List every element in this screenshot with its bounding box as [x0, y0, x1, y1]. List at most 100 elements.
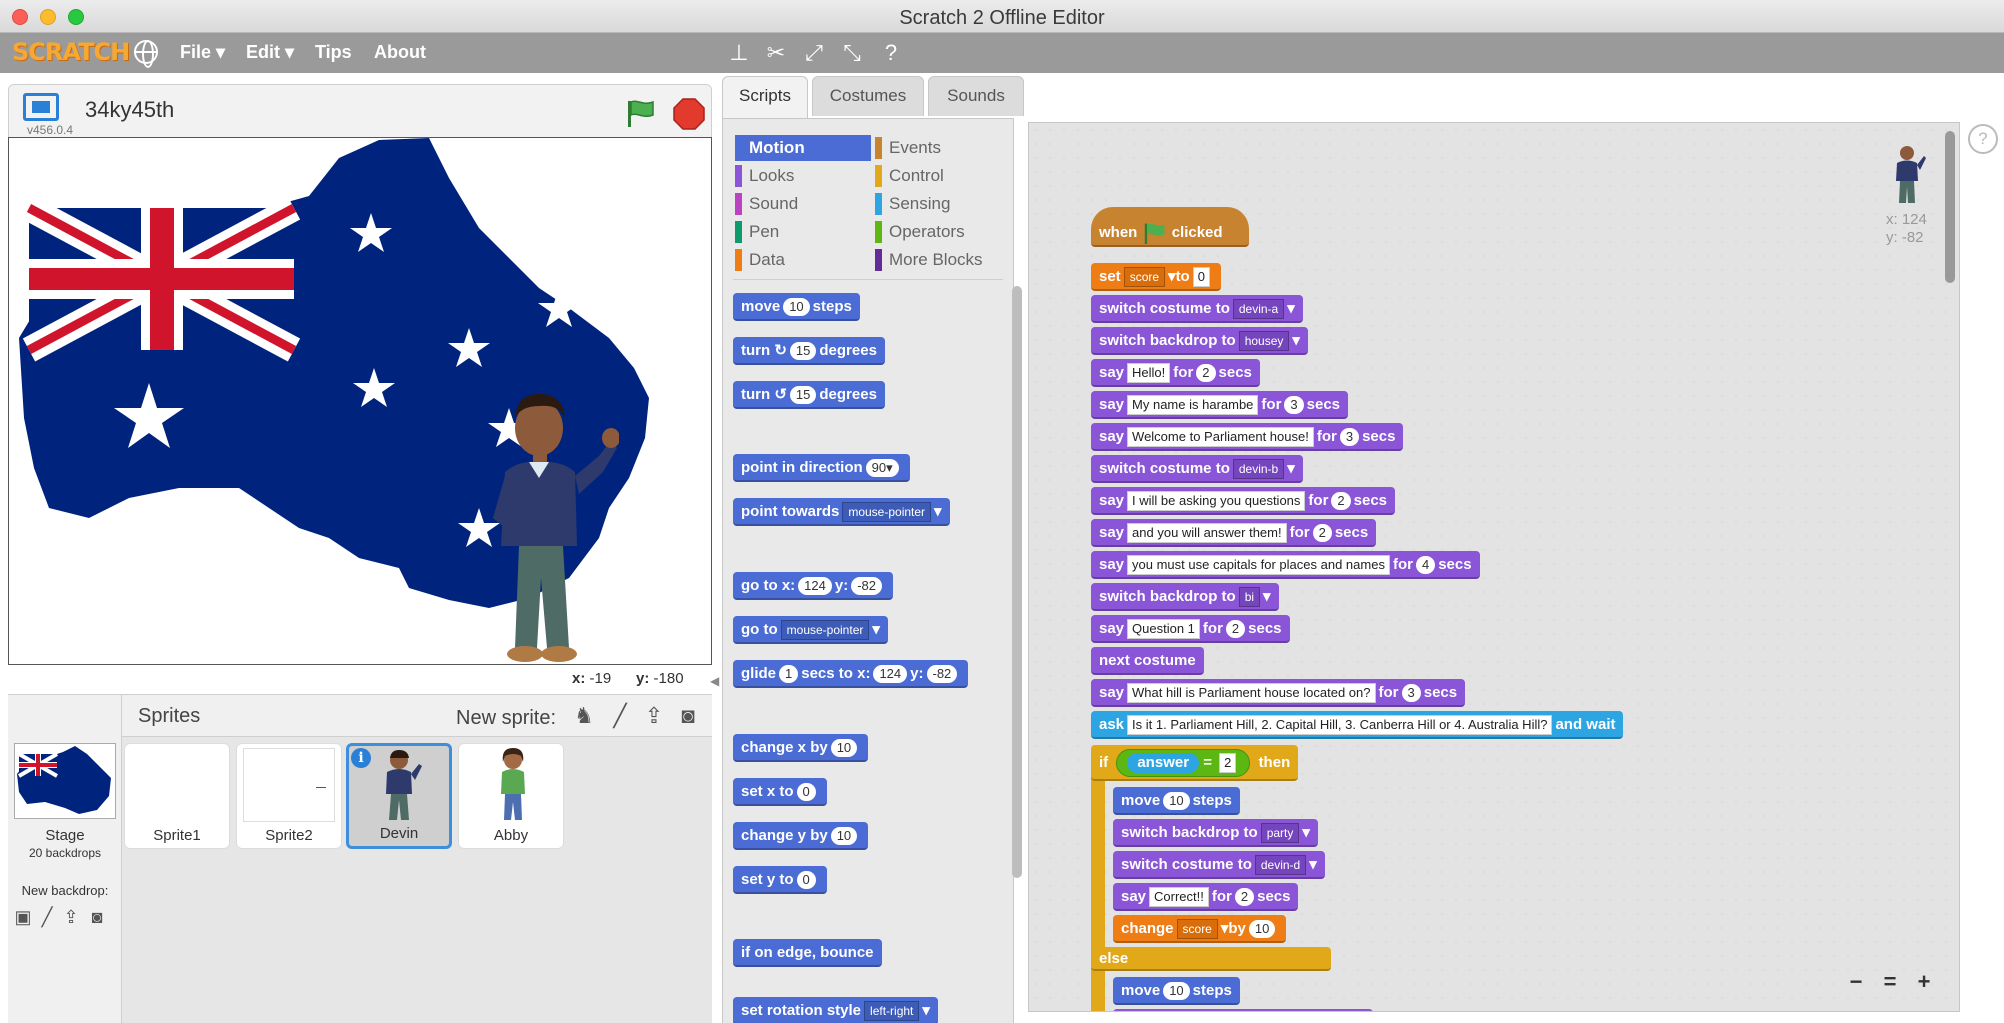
sprite-library-icon[interactable]: ♞	[570, 703, 598, 729]
category-looks[interactable]: Looks	[735, 163, 871, 189]
stage-thumbnail[interactable]	[14, 743, 116, 819]
duplicate-stamp-icon[interactable]: ⊥	[725, 39, 753, 67]
category-label: Control	[889, 166, 944, 185]
grow-icon[interactable]: ⤢	[800, 39, 828, 67]
block-say-for-secs[interactable]: say you must use capitals for places and …	[1091, 551, 1480, 579]
scratch-logo[interactable]: SCRATCH	[12, 38, 130, 66]
block-if-on-edge-bounce[interactable]: if on edge, bounce	[733, 939, 882, 967]
block-set-rotation-style[interactable]: set rotation style left-right ▾	[733, 997, 938, 1023]
block-move[interactable]: move 10 steps	[1113, 977, 1240, 1005]
presentation-mode-icon[interactable]	[23, 93, 59, 121]
category-control[interactable]: Control	[875, 163, 1011, 189]
sprite-tile-selected[interactable]: i Devin	[346, 743, 452, 849]
category-operators[interactable]: Operators	[875, 219, 1011, 245]
file-menu[interactable]: File ▾	[180, 42, 225, 63]
script-area[interactable]: x: 124 y: -82 when clicked set score ▾to 0 …	[1028, 122, 1960, 1012]
block-go-to-target[interactable]: go to mouse-pointer ▾	[733, 616, 888, 644]
block-switch-backdrop[interactable]: switch backdrop to bi ▾	[1091, 583, 1279, 611]
stop-sign-icon[interactable]	[673, 98, 705, 130]
block-partially-visible[interactable]	[1113, 1009, 1373, 1011]
language-globe-icon[interactable]	[134, 40, 158, 68]
block-change-x[interactable]: change x by 10	[733, 734, 869, 762]
delete-scissors-icon[interactable]: ✂	[762, 39, 790, 67]
block-turn-left[interactable]: turn ↺ 15 degrees	[733, 381, 885, 409]
category-pen[interactable]: Pen	[735, 219, 871, 245]
block-point-in-direction[interactable]: point in direction 90▾	[733, 454, 910, 482]
backdrop-library-icon[interactable]: ▣	[12, 907, 34, 929]
answer-reporter[interactable]: answer	[1127, 753, 1200, 773]
block-move[interactable]: move 10 steps	[733, 293, 860, 321]
block-point-towards[interactable]: point towards mouse-pointer ▾	[733, 498, 950, 526]
mouse-x-label: x:	[572, 670, 586, 687]
block-say-for-secs[interactable]: say Hello! for 2 secs	[1091, 359, 1260, 387]
block-set-x[interactable]: set x to 0	[733, 778, 827, 806]
rotate-ccw-icon: ↺	[774, 386, 787, 403]
paint-sprite-icon[interactable]: ╱	[606, 703, 634, 729]
block-set-y[interactable]: set y to 0	[733, 866, 827, 894]
upload-backdrop-icon[interactable]: ⇪	[60, 907, 82, 929]
devin-sprite[interactable]	[479, 378, 619, 665]
block-switch-backdrop[interactable]: switch backdrop to party ▾	[1113, 819, 1318, 847]
sprite-info-icon[interactable]: i	[351, 748, 371, 768]
block-move[interactable]: move 10 steps	[1113, 787, 1240, 815]
sprite-tile[interactable]: Abby	[458, 743, 564, 849]
block-switch-costume[interactable]: switch costume to devin-b ▾	[1091, 455, 1303, 483]
block-help-icon[interactable]: ?	[877, 39, 905, 67]
block-ask-and-wait[interactable]: ask Is it 1. Parliament Hill, 2. Capital …	[1091, 711, 1624, 739]
script-area-scrollbar[interactable]	[1945, 131, 1955, 283]
category-motion[interactable]: Motion	[735, 135, 871, 161]
edit-menu[interactable]: Edit ▾	[246, 42, 294, 63]
zoom-reset-icon[interactable]: =	[1875, 967, 1905, 997]
block-when-flag-clicked[interactable]: when clicked	[1091, 207, 1249, 247]
tab-scripts[interactable]: Scripts	[722, 76, 808, 118]
camera-sprite-icon[interactable]: ◙	[674, 703, 702, 729]
equals-operator[interactable]: answer = 2	[1116, 749, 1251, 777]
sprites-title: Sprites	[138, 705, 201, 727]
tips-menu[interactable]: Tips	[315, 42, 352, 63]
block-switch-costume[interactable]: switch costume to devin-d ▾	[1113, 851, 1325, 879]
category-data[interactable]: Data	[735, 247, 871, 273]
category-events[interactable]: Events	[875, 135, 1011, 161]
category-sensing[interactable]: Sensing	[875, 191, 1011, 217]
paint-backdrop-icon[interactable]: ╱	[36, 907, 58, 929]
block-else[interactable]: else	[1091, 947, 1331, 971]
camera-backdrop-icon[interactable]: ◙	[86, 907, 108, 929]
shrink-icon[interactable]: ⤡	[838, 39, 866, 67]
block-say-for-secs[interactable]: say My name is harambe for 3 secs	[1091, 391, 1349, 419]
block-glide[interactable]: glide 1 secs to x: 124 y: -82	[733, 660, 969, 688]
block-say-for-secs[interactable]: say Correct!! for 2 secs	[1113, 883, 1299, 911]
devin-thumbnail	[386, 750, 422, 820]
category-sound[interactable]: Sound	[735, 191, 871, 217]
block-if-then[interactable]: if answer = 2 then	[1091, 745, 1299, 781]
block-switch-backdrop[interactable]: switch backdrop to housey ▾	[1091, 327, 1308, 355]
palette-scrollbar[interactable]	[1012, 286, 1022, 878]
block-say-for-secs[interactable]: say Question 1 for 2 secs	[1091, 615, 1290, 643]
stage-canvas[interactable]	[8, 137, 712, 665]
block-change-variable[interactable]: change score ▾by 10	[1113, 915, 1287, 943]
sprite-tile[interactable]: Sprite2	[236, 743, 342, 849]
upload-sprite-icon[interactable]: ⇪	[640, 703, 668, 729]
project-title[interactable]: 34ky45th	[85, 97, 174, 123]
block-switch-costume[interactable]: switch costume to devin-a ▾	[1091, 295, 1303, 323]
sprite-tile[interactable]: Sprite1	[124, 743, 230, 849]
block-next-costume[interactable]: next costume	[1091, 647, 1204, 675]
block-go-to-xy[interactable]: go to x: 124 y: -82	[733, 572, 893, 600]
menu-bar: SCRATCH File ▾ Edit ▾ Tips About ⊥ ✂ ⤢ ⤡…	[0, 33, 2004, 73]
tab-sounds[interactable]: Sounds	[928, 76, 1024, 116]
block-say-for-secs[interactable]: say Welcome to Parliament house! for 3 secs	[1091, 423, 1404, 451]
collapse-stage-arrow-icon[interactable]: ◀	[710, 674, 722, 688]
sprite-name: Sprite2	[265, 827, 313, 844]
green-flag-icon[interactable]	[625, 99, 657, 127]
tab-costumes[interactable]: Costumes	[812, 76, 924, 116]
block-say-for-secs[interactable]: say What hill is Parliament house located…	[1091, 679, 1466, 707]
zoom-out-icon[interactable]: −	[1841, 967, 1871, 997]
block-say-for-secs[interactable]: say and you will answer them! for 2 secs	[1091, 519, 1377, 547]
block-turn-right[interactable]: turn ↻ 15 degrees	[733, 337, 885, 365]
block-set-variable[interactable]: set score ▾to 0	[1091, 263, 1221, 291]
about-menu[interactable]: About	[374, 42, 426, 63]
block-change-y[interactable]: change y by 10	[733, 822, 869, 850]
help-question-icon[interactable]: ?	[1968, 124, 1998, 154]
category-more-blocks[interactable]: More Blocks	[875, 247, 1011, 273]
block-say-for-secs[interactable]: say I will be asking you questions for 2 sec…	[1091, 487, 1396, 515]
zoom-in-icon[interactable]: +	[1909, 967, 1939, 997]
